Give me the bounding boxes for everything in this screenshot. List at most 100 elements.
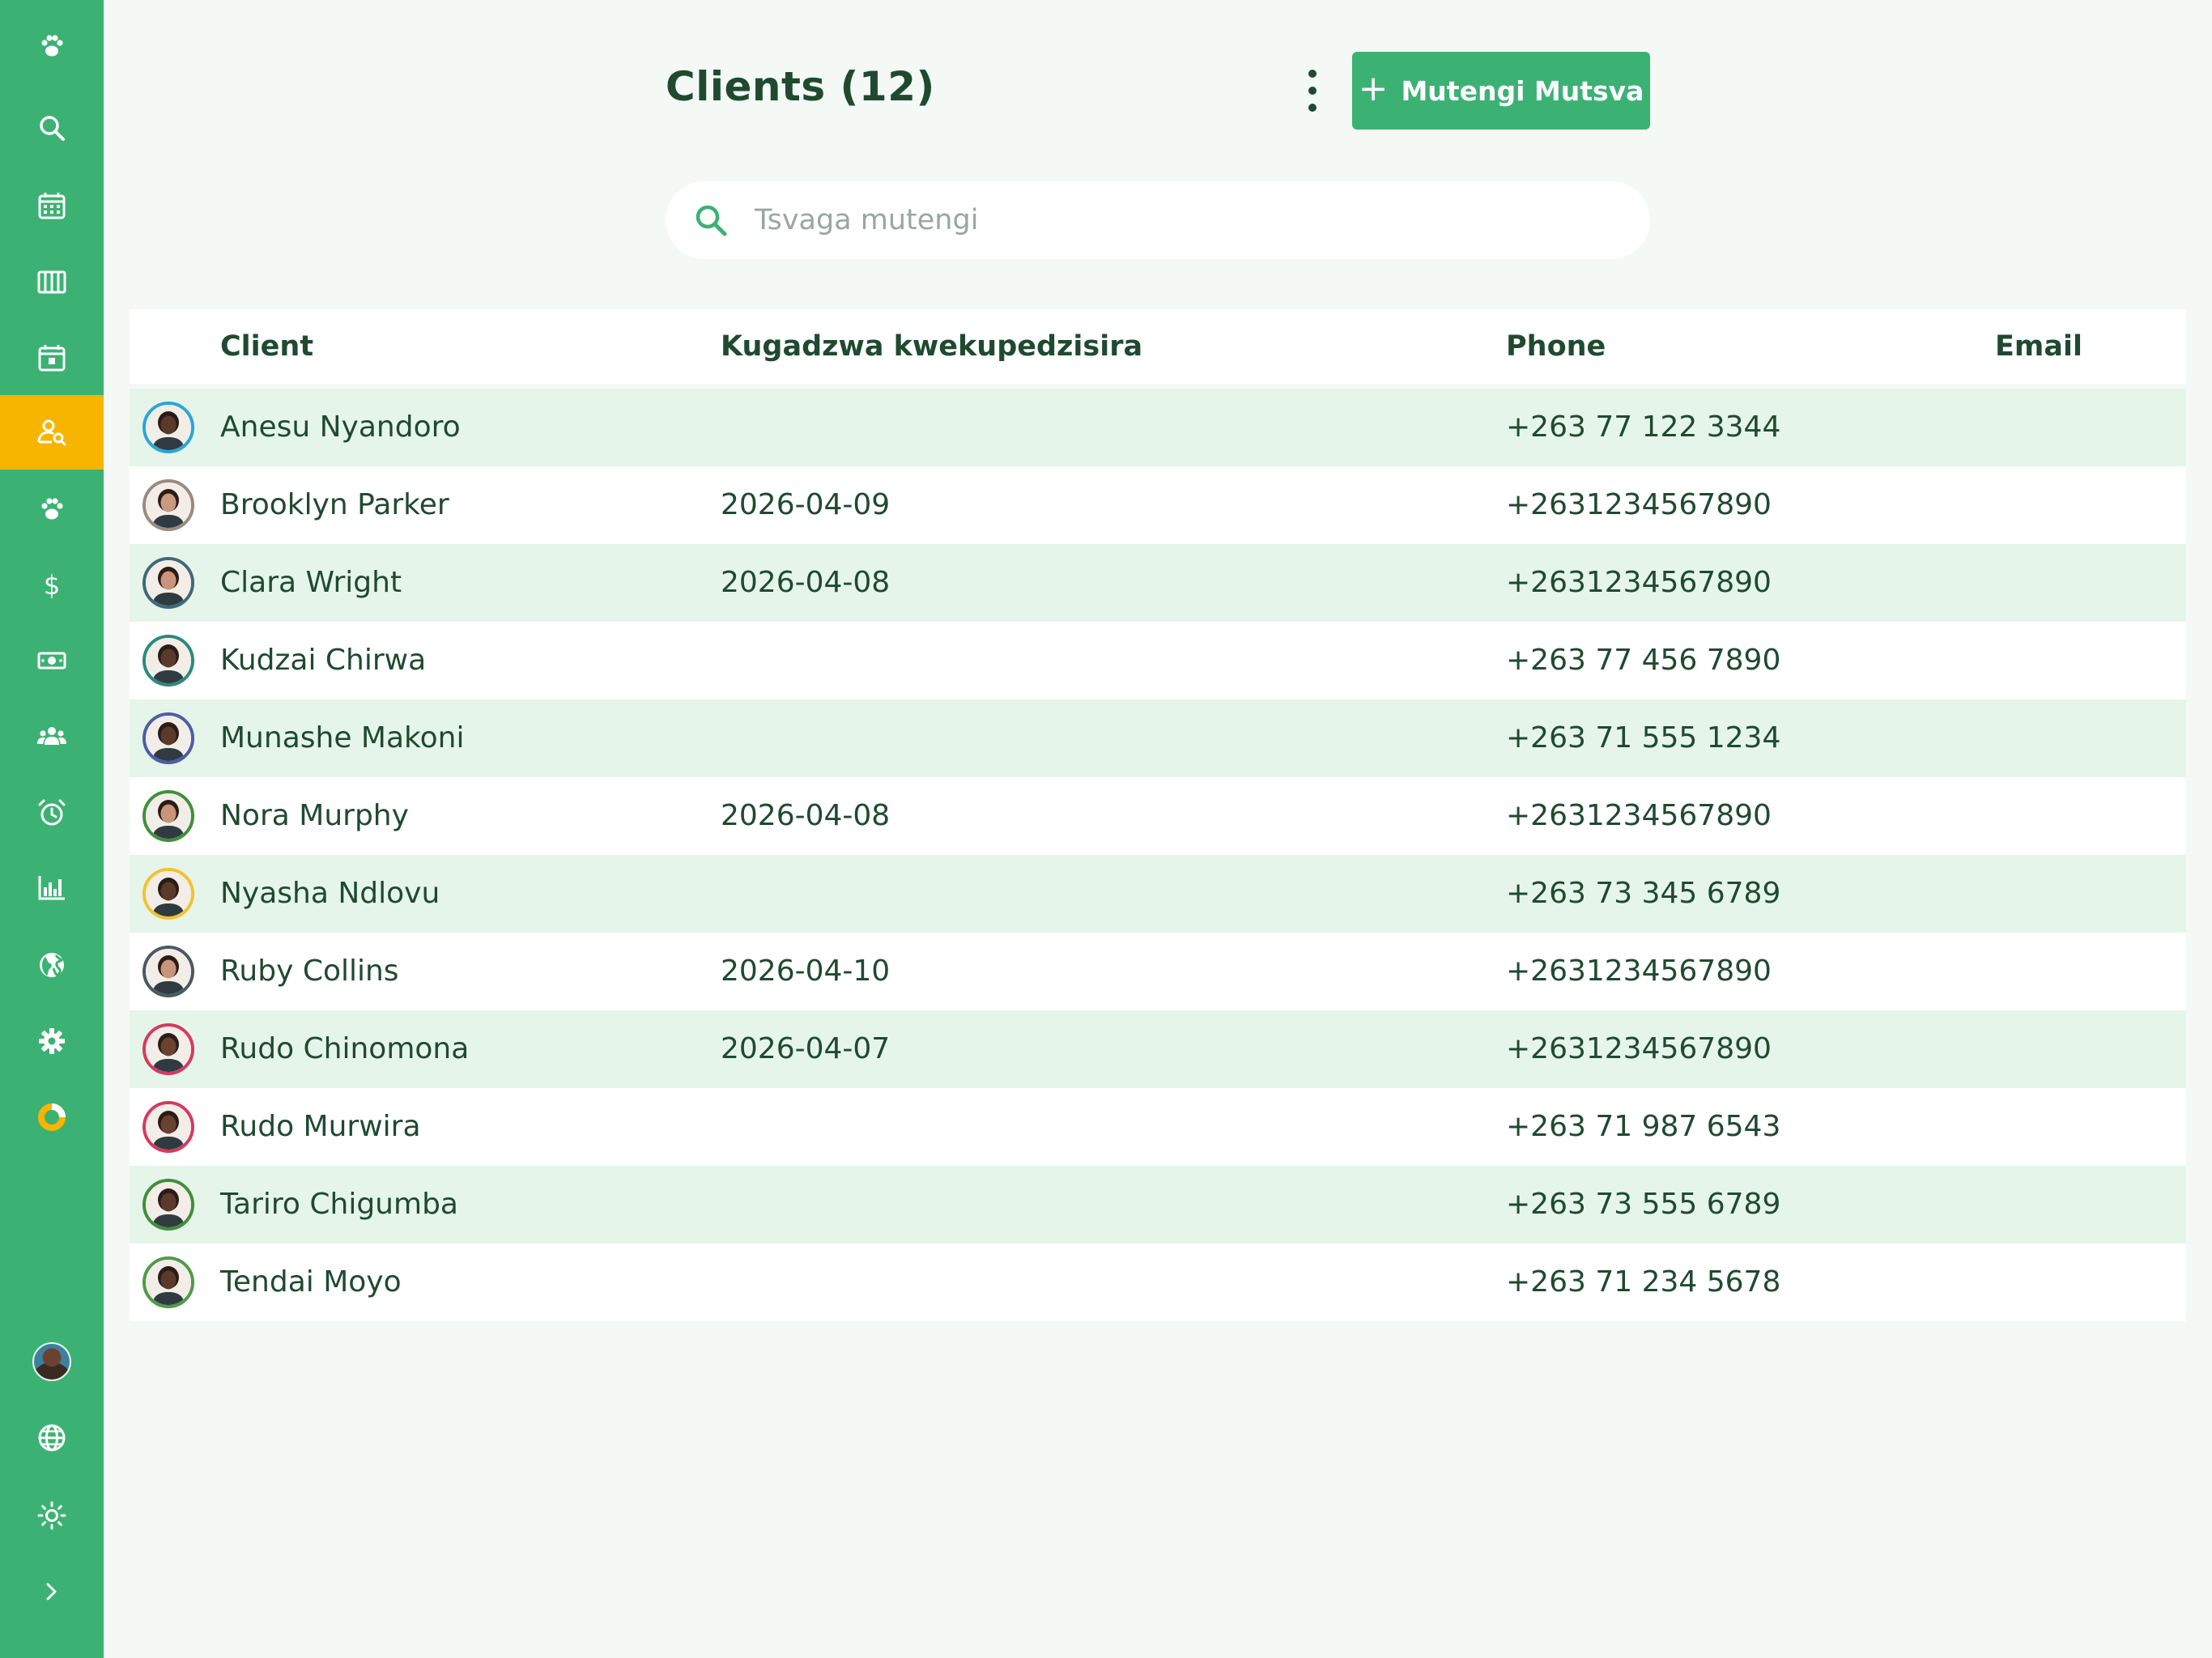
column-header-client[interactable]: Client <box>220 309 313 384</box>
table-row[interactable]: Rudo Chinomona 2026-04-07 +2631234567890 <box>130 1010 2186 1088</box>
paw-logo-icon <box>41 35 63 57</box>
sidebar-item-website[interactable] <box>0 928 104 1002</box>
sidebar-item-pets[interactable] <box>0 471 104 546</box>
client-name[interactable]: Tendai Moyo <box>220 1244 402 1321</box>
cash-icon <box>37 652 66 670</box>
client-phone: +263 71 234 5678 <box>1506 1265 1781 1299</box>
client-name[interactable]: Nora Murphy <box>220 777 409 855</box>
sidebar-item-calendar[interactable] <box>0 168 104 243</box>
client-avatar <box>143 479 194 531</box>
client-name[interactable]: Clara Wright <box>220 544 402 622</box>
client-phone: +263 73 345 6789 <box>1506 877 1781 910</box>
clients-table: Client Kugadzwa kwekupedzisira Phone Ema… <box>130 309 2186 1321</box>
table-body: Anesu Nyandoro +263 77 122 3344 Brooklyn… <box>130 389 2186 1321</box>
client-name[interactable]: Anesu Nyandoro <box>220 389 461 466</box>
table-row[interactable]: Anesu Nyandoro +263 77 122 3344 <box>130 389 2186 466</box>
table-row[interactable]: Tariro Chigumba +263 73 555 6789 <box>130 1166 2186 1244</box>
kebab-dot <box>1308 87 1317 95</box>
client-avatar <box>143 1256 194 1308</box>
table-row[interactable]: Ruby Collins 2026-04-10 +2631234567890 <box>130 933 2186 1010</box>
sidebar-item-clients[interactable] <box>0 395 104 470</box>
client-name[interactable]: Brooklyn Parker <box>220 466 449 544</box>
client-name[interactable]: Kudzai Chirwa <box>220 622 426 699</box>
search-bar[interactable] <box>666 181 1650 259</box>
client-phone: +2631234567890 <box>1506 799 1772 832</box>
sidebar-item-home[interactable] <box>0 8 104 83</box>
svg-text:$: $ <box>44 570 60 601</box>
sidebar-item-team[interactable] <box>0 699 104 774</box>
client-avatar <box>143 635 194 687</box>
column-header-last-appointment[interactable]: Kugadzwa kwekupedzisira <box>721 309 1142 384</box>
client-name[interactable]: Nyasha Ndlovu <box>220 855 440 933</box>
search-icon <box>40 116 65 141</box>
sidebar-user-profile[interactable] <box>0 1324 104 1399</box>
paw-icon <box>41 498 63 520</box>
chevron-right-icon <box>46 1583 57 1601</box>
sidebar-item-reminders[interactable] <box>0 776 104 850</box>
table-row[interactable]: Nora Murphy 2026-04-08 +2631234567890 <box>130 777 2186 855</box>
globe-filled-icon <box>40 953 64 977</box>
table-row[interactable]: Kudzai Chirwa +263 77 456 7890 <box>130 622 2186 699</box>
kebab-dot <box>1308 70 1317 78</box>
sidebar-expand-button[interactable] <box>0 1554 104 1629</box>
sidebar-item-reports[interactable] <box>0 850 104 925</box>
client-name[interactable]: Rudo Murwira <box>220 1088 421 1166</box>
last-appointment-date: 2026-04-08 <box>721 799 891 832</box>
new-client-button[interactable]: + Mutengi Mutsva <box>1352 52 1650 130</box>
calendar-day-icon <box>38 345 66 372</box>
column-header-email[interactable]: Email <box>1995 309 2082 384</box>
client-avatar <box>143 402 194 453</box>
users-icon <box>37 727 66 745</box>
client-avatar <box>143 946 194 997</box>
client-avatar <box>143 712 194 764</box>
sidebar-item-settings[interactable] <box>0 1004 104 1078</box>
client-name[interactable]: Rudo Chinomona <box>220 1010 469 1088</box>
table-row[interactable]: Rudo Murwira +263 71 987 6543 <box>130 1088 2186 1166</box>
client-avatar <box>143 1023 194 1075</box>
client-avatar <box>143 790 194 842</box>
user-avatar <box>32 1342 71 1381</box>
column-header-phone[interactable]: Phone <box>1506 309 1606 384</box>
table-row[interactable]: Clara Wright 2026-04-08 +2631234567890 <box>130 544 2186 622</box>
table-row[interactable]: Munashe Makoni +263 71 555 1234 <box>130 699 2186 777</box>
last-appointment-date: 2026-04-10 <box>721 954 891 988</box>
client-name[interactable]: Tariro Chigumba <box>220 1166 458 1244</box>
sidebar-item-sales[interactable]: $ <box>0 547 104 622</box>
sun-icon <box>37 1501 66 1530</box>
client-search-icon <box>37 419 66 446</box>
client-phone: +263 77 122 3344 <box>1506 410 1781 444</box>
sidebar-item-schedule[interactable] <box>0 321 104 395</box>
kebab-dot <box>1308 104 1317 112</box>
bar-chart-icon <box>38 876 65 900</box>
table-row[interactable]: Tendai Moyo +263 71 234 5678 <box>130 1244 2186 1321</box>
client-phone: +263 77 456 7890 <box>1506 644 1781 677</box>
plus-icon: + <box>1358 68 1389 109</box>
page-title: Clients (12) <box>666 63 935 110</box>
sidebar-theme-toggle[interactable] <box>0 1478 104 1553</box>
client-phone: +2631234567890 <box>1506 954 1772 988</box>
client-name[interactable]: Munashe Makoni <box>220 699 464 777</box>
search-input[interactable] <box>753 203 1606 237</box>
more-options-button[interactable] <box>1292 70 1333 112</box>
last-appointment-date: 2026-04-08 <box>721 566 891 599</box>
sidebar-item-usage[interactable] <box>0 1080 104 1154</box>
sidebar-item-search[interactable] <box>0 91 104 165</box>
columns-icon <box>37 270 66 294</box>
search-icon <box>696 205 727 236</box>
table-row[interactable]: Nyasha Ndlovu +263 73 345 6789 <box>130 855 2186 933</box>
sidebar-language[interactable] <box>0 1401 104 1475</box>
dollar-icon: $ <box>44 570 60 601</box>
client-avatar <box>143 557 194 609</box>
calendar-grid-icon <box>38 193 66 219</box>
last-appointment-date: 2026-04-09 <box>721 488 891 521</box>
client-name[interactable]: Ruby Collins <box>220 933 399 1010</box>
donut-icon <box>38 1103 66 1131</box>
sidebar: $ <box>0 0 104 1658</box>
client-phone: +263 71 987 6543 <box>1506 1110 1781 1143</box>
new-client-label: Mutengi Mutsva <box>1401 74 1644 107</box>
sidebar-item-board[interactable] <box>0 244 104 319</box>
client-phone: +2631234567890 <box>1506 1032 1772 1065</box>
table-row[interactable]: Brooklyn Parker 2026-04-09 +263123456789… <box>130 466 2186 544</box>
client-avatar <box>143 868 194 920</box>
sidebar-item-payments[interactable] <box>0 623 104 698</box>
